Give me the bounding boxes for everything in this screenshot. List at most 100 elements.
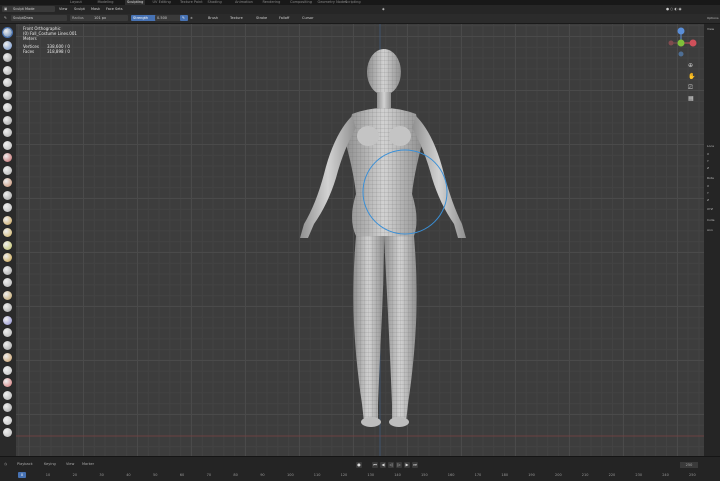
sculpt-brush-icon-19[interactable] [3, 253, 12, 262]
panel-rotation: Rota [707, 176, 714, 180]
loc-y[interactable]: Y [707, 159, 709, 163]
navigation-gizmo[interactable] [668, 27, 697, 57]
timeline: ◷ Playback Keying View Marker ● ⏮ ◀ ◁ ▷ … [0, 456, 720, 481]
sculpt-brush-icon-3[interactable] [3, 53, 12, 62]
sculpt-brush-icon-2[interactable] [3, 40, 12, 50]
viewport-canvas [16, 24, 704, 456]
sculpt-brush-icon-1[interactable] [2, 27, 13, 38]
menu-sculpt[interactable]: Sculpt [72, 6, 87, 12]
sculpt-brush-icon-15[interactable] [3, 203, 12, 212]
strength-label: Strength [131, 15, 157, 21]
sculpt-brush-icon-9[interactable] [3, 128, 12, 137]
sculpt-brush-icon-11[interactable] [3, 153, 12, 162]
frame-ruler[interactable]: 0 10 20 30 40 50 60 70 80 90 100 110 120 130 140 150 160… [0, 457, 720, 481]
frame-tick-label: 130 [367, 473, 375, 477]
sculpt-brush-icon-29[interactable] [3, 378, 12, 387]
sculpt-brush-icon-6[interactable] [3, 90, 12, 100]
hand-icon[interactable]: ✋ [688, 71, 695, 82]
sculpt-brush-icon-5[interactable] [3, 78, 12, 87]
sculpt-brush-icon-30[interactable] [3, 390, 12, 400]
sculpt-brush-icon-8[interactable] [3, 115, 12, 125]
mode-dropdown[interactable]: Sculpt Mode [11, 6, 55, 12]
menu-mask[interactable]: Mask [89, 6, 102, 12]
frame-tick-label: 250 [689, 473, 696, 477]
frame-tick-label: 220 [608, 473, 616, 477]
options-label[interactable]: Options [707, 16, 719, 20]
panel-annotations[interactable]: Ann [707, 228, 713, 232]
rot-z[interactable]: Z [707, 198, 709, 202]
frame-tick-label: 60 [179, 473, 185, 477]
viewport-shading-icon[interactable]: ● ○ ◐ ◉ [664, 6, 684, 12]
rot-x[interactable]: X [707, 184, 709, 188]
frame-tick-label: 10 [45, 473, 51, 477]
menu-view[interactable]: View [57, 6, 69, 12]
menu-face-sets[interactable]: Face Sets [104, 6, 125, 12]
rot-mode[interactable]: XYZ [707, 207, 713, 211]
sculpt-brush-icon-33[interactable] [3, 428, 12, 437]
radius-field[interactable]: 101 px [92, 15, 128, 21]
panel-view[interactable]: View [707, 27, 714, 31]
faces-label: Faces [23, 49, 35, 54]
sculpt-brush-icon-32[interactable] [3, 415, 12, 425]
sculpt-brush-icon-31[interactable] [3, 403, 12, 412]
sculpt-brush-icon-14[interactable] [3, 190, 12, 200]
loc-z[interactable]: Z [707, 166, 709, 170]
sidebar-n-panel: Options View Loca X Y Z Rota X Y Z XYZ C… [704, 16, 720, 456]
frame-tick-label: 160 [447, 473, 455, 477]
sculpt-brush-icon-23[interactable] [3, 303, 12, 312]
sculpt-brush-icon-17[interactable] [3, 228, 12, 237]
dropdown-brush[interactable]: Brush [206, 15, 220, 21]
camera-icon[interactable]: ⎚ [688, 82, 695, 93]
frame-tick-label: 170 [474, 473, 482, 477]
symmetry-icon[interactable]: ◈ [380, 6, 387, 12]
sculpt-brush-icon-24[interactable] [3, 315, 12, 325]
sculpt-brush-icon-4[interactable] [3, 65, 12, 75]
sculpt-brush-icon-25[interactable] [3, 328, 12, 337]
frame-tick-label: 90 [260, 473, 265, 477]
sculpt-brush-icon-13[interactable] [3, 178, 12, 187]
radius-label: Radius [70, 15, 94, 21]
sculpt-brush-icon-16[interactable] [3, 215, 12, 225]
zoom-icon[interactable]: ⊕ [688, 60, 695, 71]
sculpt-brush-icon-7[interactable] [3, 103, 12, 112]
sculpt-brush-icon-28[interactable] [3, 365, 12, 375]
frame-tick-label: 30 [99, 473, 104, 477]
frame-tick-label: 110 [313, 473, 321, 477]
current-frame-indicator[interactable]: 0 [18, 472, 26, 478]
frame-tick-label: 190 [528, 473, 535, 477]
sculpt-brush-icon-21[interactable] [3, 278, 12, 287]
sculpt-brush-icon-22[interactable] [3, 290, 12, 300]
frame-tick-label: 100 [287, 473, 294, 477]
frame-tick-label: 80 [233, 473, 238, 477]
frame-tick-label: 140 [394, 473, 401, 477]
viewport-header: ▣ Sculpt Mode View Sculpt Mask Face Sets… [0, 5, 720, 14]
frame-tick-label: 240 [662, 473, 669, 477]
brush-icon: ✎ [4, 16, 7, 20]
dropdown-stroke[interactable]: Stroke [254, 15, 269, 21]
frame-tick-label: 40 [126, 473, 131, 477]
panel-location: Loca [707, 144, 714, 148]
3d-viewport[interactable]: ⊕ ✋ ⎚ ▦ [16, 24, 704, 456]
sculpt-figure[interactable] [300, 49, 466, 427]
direction-icon[interactable]: ± [188, 15, 195, 21]
dropdown-cursor[interactable]: Cursor [300, 15, 316, 21]
rot-y[interactable]: Y [707, 191, 709, 195]
frame-tick-label: 70 [206, 473, 212, 477]
sculpt-brush-icon-26[interactable] [3, 340, 12, 350]
grid-icon[interactable]: ▦ [688, 93, 695, 104]
dropdown-texture[interactable]: Texture [228, 15, 245, 21]
dropdown-falloff[interactable]: Falloff [277, 15, 291, 21]
brush-selector[interactable]: SculptDraw [11, 15, 67, 21]
frame-tick-label: 200 [555, 473, 562, 477]
frame-tick-label: 230 [635, 473, 643, 477]
sculpt-brush-icon-18[interactable] [3, 240, 12, 250]
sculpt-brush-icon-27[interactable] [3, 353, 12, 362]
sculpt-brush-icon-12[interactable] [3, 165, 12, 175]
loc-x[interactable]: X [707, 152, 709, 156]
panel-collections[interactable]: Colle [707, 218, 714, 222]
viewport-overlay-stats: Front Orthographic (0) Fall_Costume Line… [23, 26, 77, 54]
pressure-icon[interactable]: ✎ [180, 15, 188, 21]
strength-field[interactable]: 0.500 [155, 15, 181, 21]
sculpt-brush-icon-20[interactable] [3, 265, 12, 275]
sculpt-brush-icon-10[interactable] [3, 140, 12, 150]
